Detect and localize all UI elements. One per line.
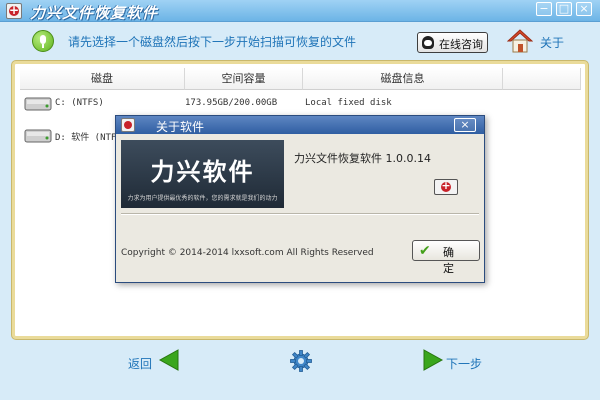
next-arrow-icon[interactable] bbox=[422, 348, 444, 372]
online-consult-label: 在线咨询 bbox=[439, 38, 483, 51]
copyright-text: Copyright © 2014-2014 lxxsoft.com All Ri… bbox=[121, 248, 374, 258]
minimize-button[interactable]: − bbox=[536, 2, 552, 16]
next-label[interactable]: 下一步 bbox=[446, 355, 482, 372]
ok-button[interactable]: ✔ 确 定 bbox=[412, 240, 480, 275]
maximize-button[interactable]: □ bbox=[556, 2, 572, 16]
column-header-info[interactable]: 磁盘信息 bbox=[303, 68, 503, 90]
disk-info: Local fixed disk bbox=[305, 98, 392, 108]
disk-name: D: 软件 (NTF bbox=[55, 133, 117, 143]
column-header-capacity[interactable]: 空间容量 bbox=[185, 68, 303, 90]
dialog-title: 关于软件 bbox=[156, 120, 205, 134]
about-link[interactable]: 关于 bbox=[540, 34, 564, 51]
banner-title: 力兴软件 bbox=[150, 158, 255, 186]
microphone-icon bbox=[32, 30, 54, 52]
close-button[interactable]: × bbox=[576, 2, 592, 16]
column-header-empty bbox=[503, 68, 581, 90]
app-logo-icon bbox=[434, 179, 458, 195]
banner-slogan: 力求为用户提供最优秀的软件，您的需求就是我们的动力 bbox=[127, 195, 278, 202]
online-consult-button[interactable]: 在线咨询 bbox=[417, 32, 488, 53]
table-row[interactable]: C: (NTFS) 173.95GB/200.00GB Local fixed … bbox=[23, 94, 563, 116]
dialog-close-button[interactable]: × bbox=[454, 118, 476, 132]
ok-button-label: 确 定 bbox=[443, 246, 460, 275]
home-icon[interactable] bbox=[507, 28, 533, 54]
company-banner: 力兴软件 力求为用户提供最优秀的软件，您的需求就是我们的动力 bbox=[121, 140, 284, 208]
qq-icon bbox=[422, 36, 434, 49]
gear-icon[interactable] bbox=[290, 350, 312, 372]
window-title: 力兴文件恢复软件 bbox=[30, 4, 159, 22]
hard-drive-icon bbox=[24, 97, 52, 111]
hard-drive-icon bbox=[24, 129, 52, 143]
app-logo-icon bbox=[6, 3, 22, 19]
back-label[interactable]: 返回 bbox=[128, 355, 152, 372]
disk-capacity: 173.95GB/200.00GB bbox=[185, 98, 278, 108]
instruction-text: 请先选择一个磁盘然后按下一步开始扫描可恢复的文件 bbox=[68, 35, 357, 49]
about-dialog: 关于软件 × 力兴软件 力求为用户提供最优秀的软件，您的需求就是我们的动力 力兴… bbox=[115, 115, 485, 283]
version-text: 力兴文件恢复软件 1.0.0.14 bbox=[294, 152, 431, 165]
dialog-title-bar[interactable]: 关于软件 × bbox=[116, 116, 484, 134]
divider bbox=[121, 213, 479, 215]
column-header-disk[interactable]: 磁盘 bbox=[20, 68, 185, 90]
disk-name: C: (NTFS) bbox=[55, 98, 104, 108]
check-icon: ✔ bbox=[419, 243, 431, 259]
app-logo-icon bbox=[121, 118, 135, 132]
back-arrow-icon[interactable] bbox=[158, 348, 180, 372]
title-bar: 力兴文件恢复软件 − □ × bbox=[0, 0, 600, 22]
